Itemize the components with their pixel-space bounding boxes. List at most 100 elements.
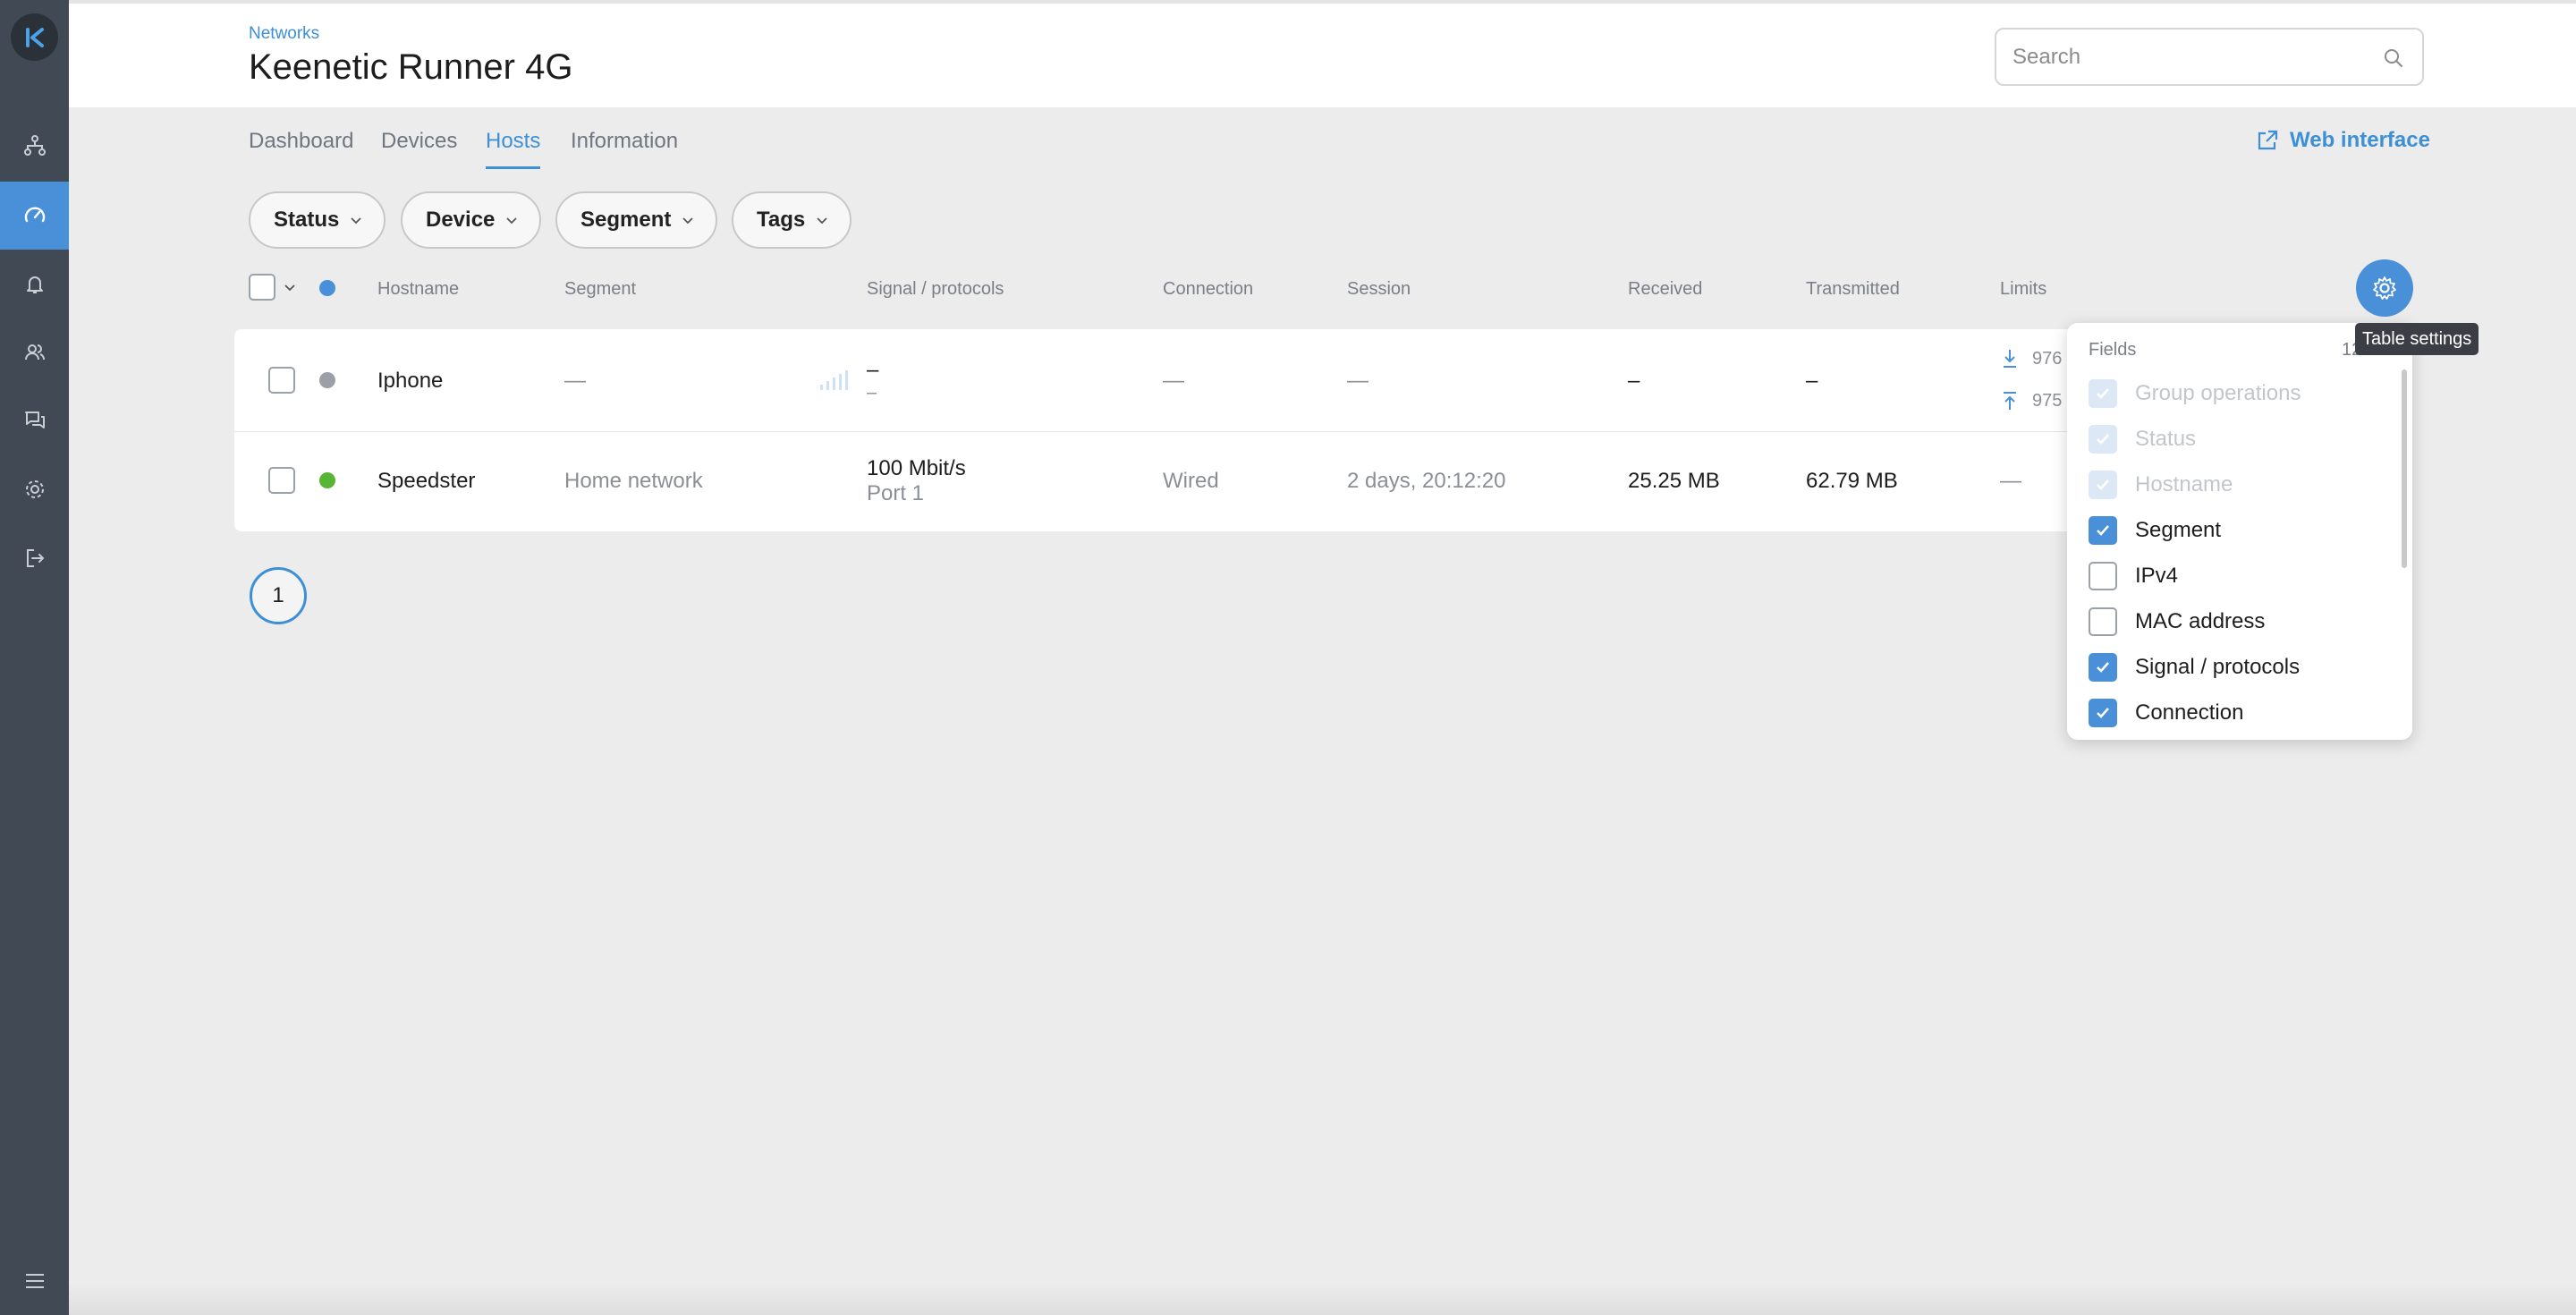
sidebar-users-button[interactable] <box>0 318 69 386</box>
checkmark-icon <box>2097 388 2109 399</box>
upload-limit-icon <box>2004 392 2016 410</box>
sidebar-settings-button[interactable] <box>0 455 69 523</box>
field-option-ipv4[interactable]: IPv4 <box>2089 562 2178 590</box>
field-checkbox-unchecked[interactable] <box>2089 607 2117 636</box>
field-checkbox-checked[interactable] <box>2089 516 2117 545</box>
tab-information[interactable]: Information <box>571 129 678 166</box>
sidebar-notifications-button[interactable] <box>0 250 69 318</box>
field-option-label: Status <box>2135 427 2197 451</box>
connection-cell: — <box>1163 369 1184 393</box>
web-interface-label: Web interface <box>2290 128 2430 152</box>
sidebar <box>0 0 69 1315</box>
tab-hosts[interactable]: Hosts <box>486 129 541 169</box>
sidebar-networks-button[interactable] <box>0 112 69 180</box>
session-cell: — <box>1347 369 1368 393</box>
field-checkbox-checked[interactable] <box>2089 653 2117 682</box>
field-option-signal-protocols[interactable]: Signal / protocols <box>2089 653 2300 682</box>
sidebar-menu-button[interactable] <box>0 1247 69 1315</box>
column-segment[interactable]: Segment <box>564 279 636 300</box>
status-dot-online <box>319 472 335 488</box>
received-cell: 25.25 MB <box>1628 469 1720 493</box>
column-connection[interactable]: Connection <box>1163 279 1253 300</box>
field-option-status: Status <box>2089 425 2196 454</box>
filter-tags[interactable]: Tags <box>732 191 852 249</box>
session-cell: 2 days, 20:12:20 <box>1347 469 1506 493</box>
received-cell: – <box>1628 369 1640 393</box>
column-signal-protocols[interactable]: Signal / protocols <box>867 279 1004 300</box>
chat-icon <box>24 411 45 428</box>
field-option-label: Hostname <box>2135 472 2233 496</box>
field-option-mac-address[interactable]: MAC address <box>2089 607 2265 636</box>
field-option-label: MAC address <box>2135 609 2266 633</box>
checkmark-icon <box>2097 525 2109 536</box>
signal-protocol: Port 1 <box>867 481 925 505</box>
search-input[interactable] <box>2012 42 2370 72</box>
bell-icon <box>26 276 43 293</box>
hamburger-menu-icon <box>25 1274 44 1288</box>
limits-cell: — <box>2000 469 2021 493</box>
checkmark-icon <box>2097 662 2109 673</box>
filter-status[interactable]: Status <box>249 191 386 249</box>
status-dot-offline <box>319 372 335 388</box>
select-all-checkbox[interactable] <box>249 274 275 301</box>
download-limit-value: 976 <box>2032 349 2063 369</box>
keenetic-logo[interactable] <box>11 13 58 61</box>
field-option-connection[interactable]: Connection <box>2089 699 2243 727</box>
connection-cell: Wired <box>1163 469 1219 493</box>
table-settings-tooltip: Table settings <box>2355 323 2479 355</box>
sidebar-dashboard-button[interactable] <box>0 182 69 250</box>
field-option-hostname: Hostname <box>2089 471 2233 499</box>
hostname-cell[interactable]: Speedster <box>377 469 475 494</box>
sidebar-messages-button[interactable] <box>0 386 69 454</box>
field-option-group-operations: Group operations <box>2089 379 2301 408</box>
field-option-label: Group operations <box>2135 381 2301 405</box>
column-hostname[interactable]: Hostname <box>377 279 459 300</box>
tab-devices[interactable]: Devices <box>381 129 457 166</box>
filter-tags-label: Tags <box>757 208 806 232</box>
search-box[interactable] <box>1995 28 2424 86</box>
web-interface-link[interactable]: Web interface <box>2256 128 2430 153</box>
field-option-segment[interactable]: Segment <box>2089 516 2221 545</box>
search-icon[interactable] <box>2383 47 2404 69</box>
segment-cell: — <box>564 369 586 393</box>
filter-device[interactable]: Device <box>401 191 542 249</box>
chevron-down-icon <box>682 217 693 225</box>
filter-segment[interactable]: Segment <box>555 191 718 249</box>
transmitted-cell: 62.79 MB <box>1806 469 1898 493</box>
field-checkbox-unchecked[interactable] <box>2089 562 2117 590</box>
signal-strength-icon <box>820 370 848 390</box>
tab-dashboard[interactable]: Dashboard <box>249 129 353 166</box>
breadcrumb-networks[interactable]: Networks <box>249 24 319 44</box>
transmitted-cell: – <box>1806 369 1818 393</box>
checkmark-icon <box>2097 434 2109 445</box>
field-checkbox-disabled <box>2089 471 2117 499</box>
header: Networks Keenetic Runner 4G <box>69 0 2576 107</box>
column-received[interactable]: Received <box>1628 279 1702 300</box>
fields-label: Fields <box>2089 340 2137 360</box>
column-transmitted[interactable]: Transmitted <box>1806 279 1900 300</box>
bottom-shadow <box>69 1283 2576 1315</box>
page-title: Keenetic Runner 4G <box>249 47 573 87</box>
upload-limit-value: 975 <box>2032 391 2063 411</box>
panel-scrollbar[interactable] <box>2402 369 2407 568</box>
filter-status-label: Status <box>274 208 340 232</box>
field-option-label: Signal / protocols <box>2135 655 2301 679</box>
status-column-dot <box>319 280 335 296</box>
filter-device-label: Device <box>426 208 496 232</box>
row-checkbox[interactable] <box>268 467 295 494</box>
column-session[interactable]: Session <box>1347 279 1411 300</box>
column-limits[interactable]: Limits <box>2000 279 2046 300</box>
hostname-cell[interactable]: Iphone <box>377 369 443 394</box>
field-checkbox-checked[interactable] <box>2089 699 2117 727</box>
chevron-down-icon[interactable] <box>284 281 296 293</box>
logout-icon <box>26 549 44 567</box>
gear-icon <box>25 480 44 498</box>
signal-protocol: – <box>867 383 877 403</box>
row-checkbox[interactable] <box>268 367 295 394</box>
table-settings-panel: Fields 12 Group operations Status Hostna… <box>2067 323 2412 740</box>
keenetic-k-icon <box>25 27 44 47</box>
filter-segment-label: Segment <box>580 208 672 232</box>
sidebar-logout-button[interactable] <box>0 524 69 592</box>
page-1-button[interactable]: 1 <box>250 567 307 624</box>
table-settings-button[interactable] <box>2356 259 2413 317</box>
